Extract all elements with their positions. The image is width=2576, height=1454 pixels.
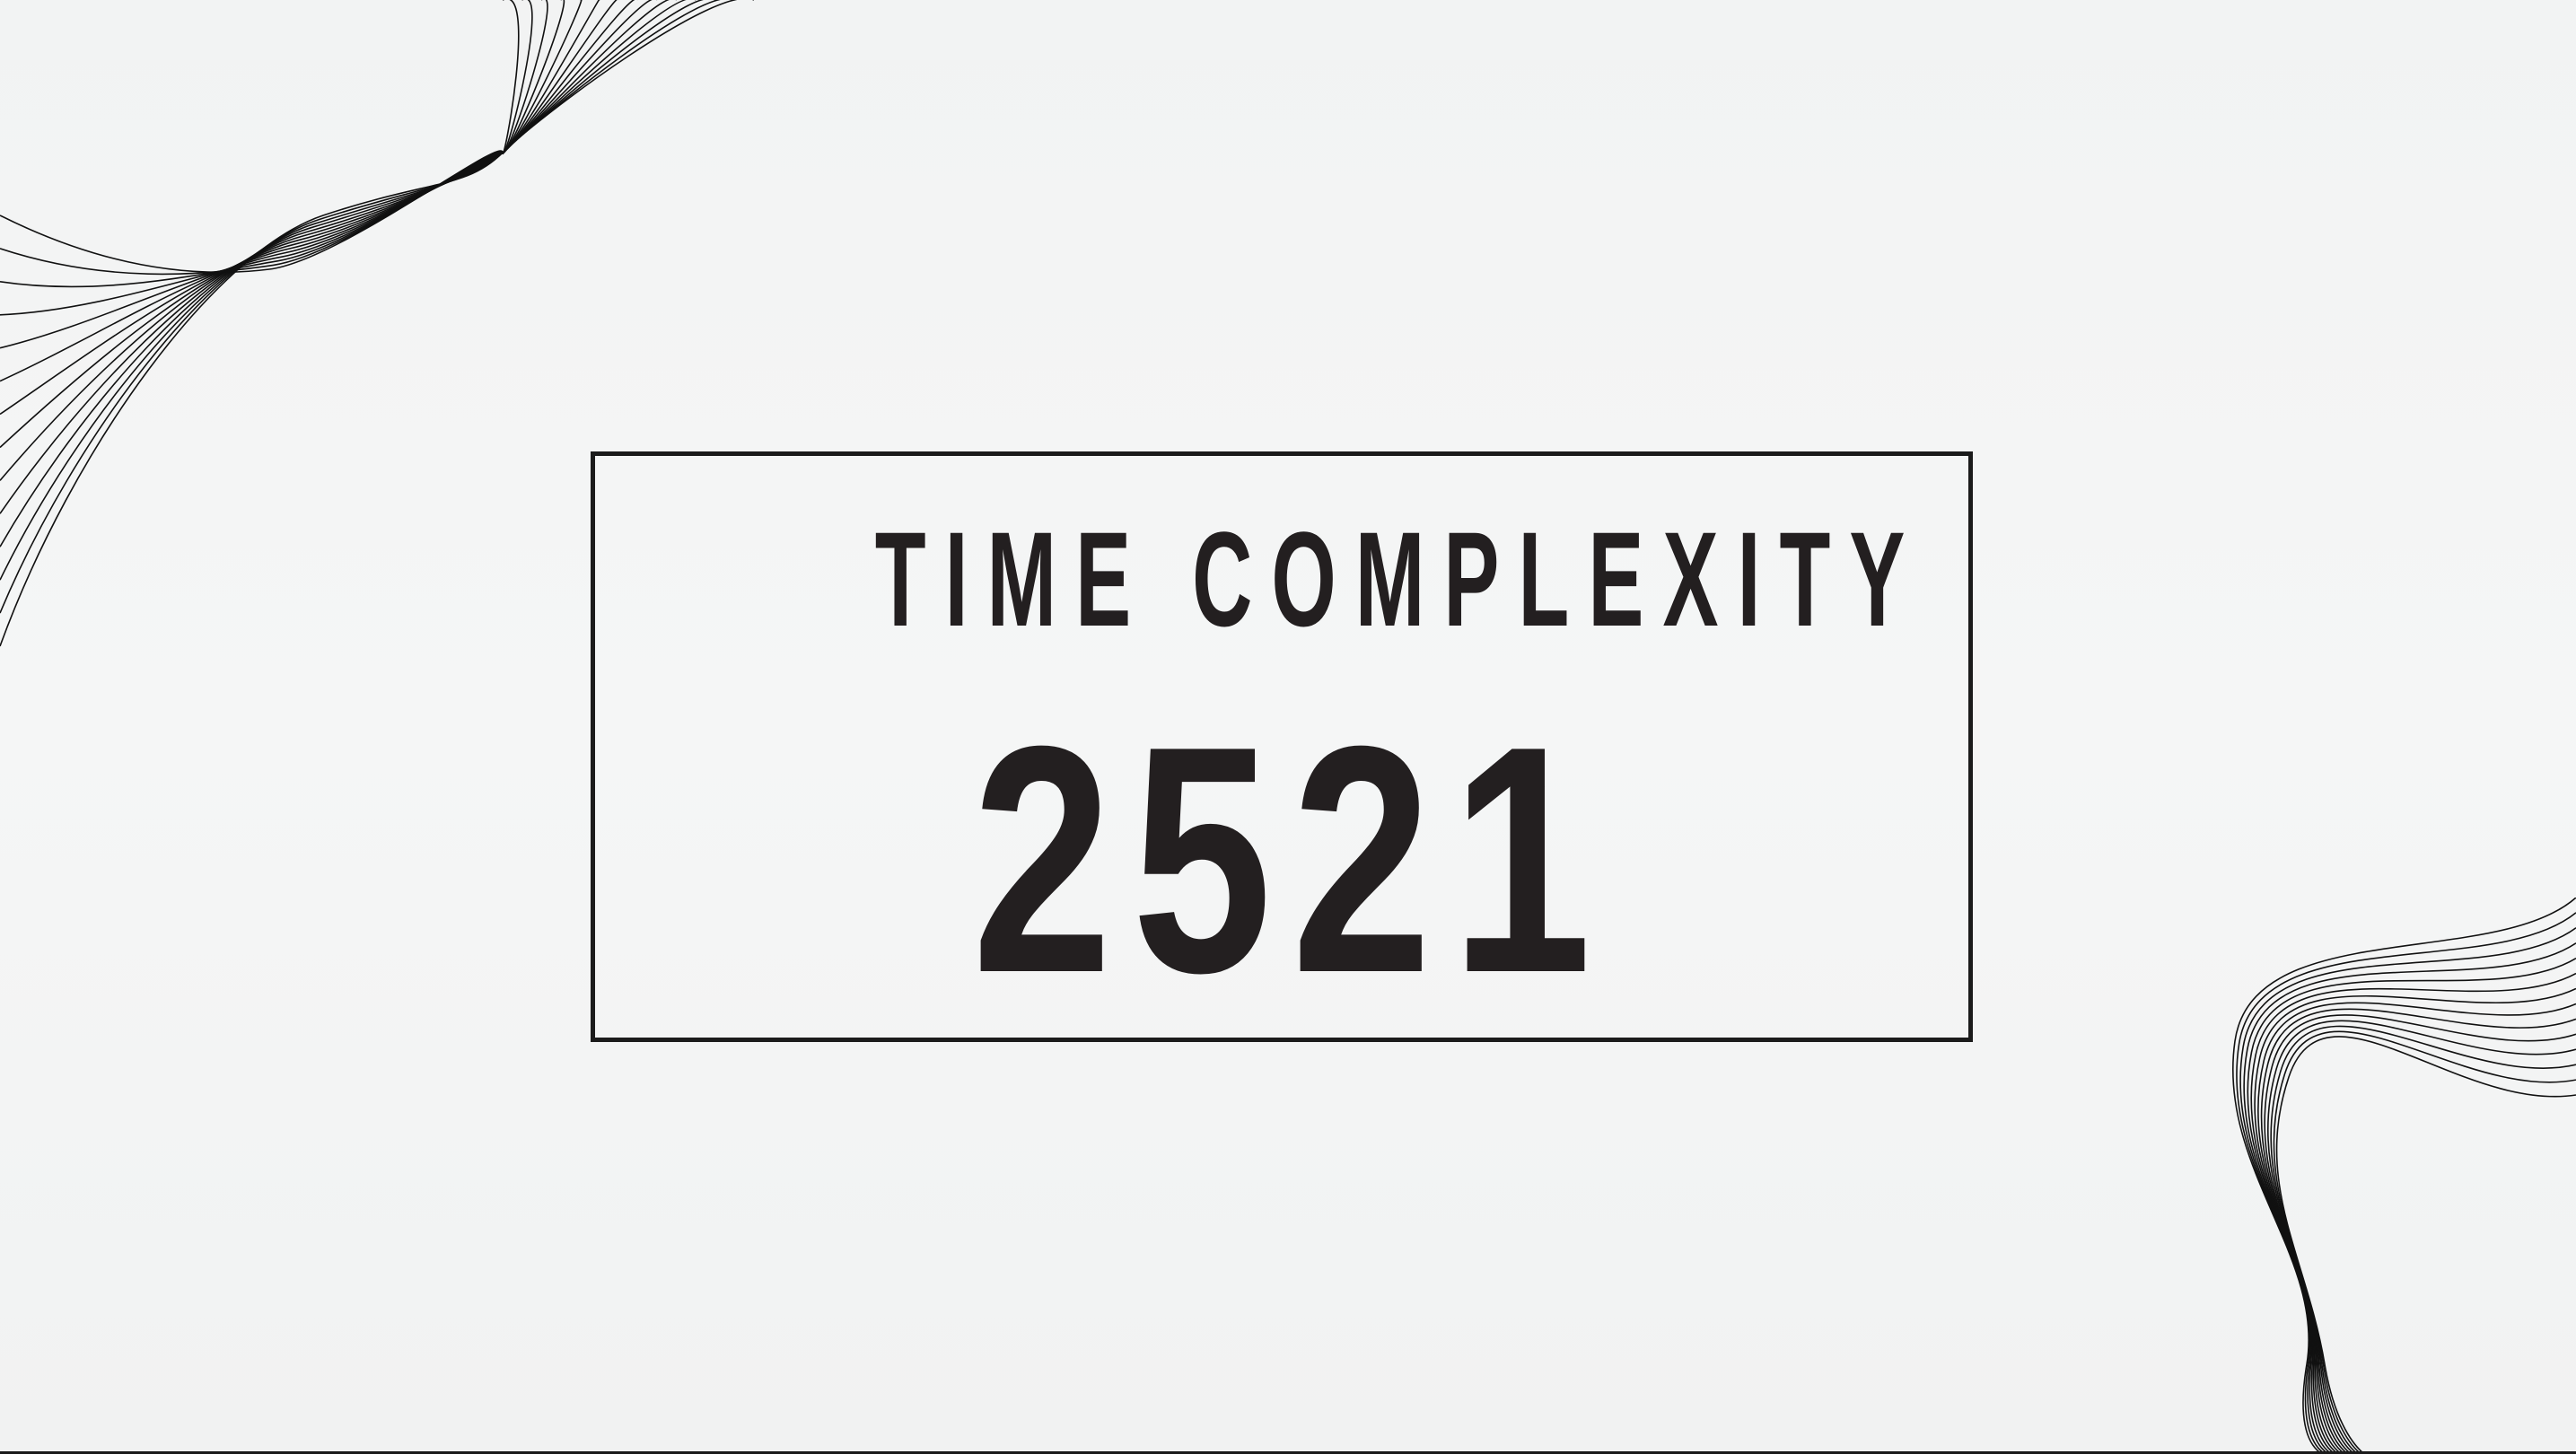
- slide: TIME COMPLEXITY 2521: [0, 0, 2576, 1454]
- title-frame: TIME COMPLEXITY 2521: [591, 451, 1973, 1042]
- wave-line: [2254, 987, 2576, 1454]
- wave-line: [0, 0, 677, 514]
- wave-line: [0, 0, 520, 274]
- slide-title: TIME COMPLEXITY: [874, 504, 1924, 654]
- wave-line: [0, 0, 533, 276]
- wave-line: [2243, 942, 2576, 1454]
- slide-number: 2521: [971, 679, 1611, 1040]
- wave-line: [0, 0, 583, 349]
- wave-line: [0, 0, 620, 416]
- wave-line: [2260, 1008, 2576, 1454]
- wave-line: [2270, 1025, 2576, 1454]
- wave-line: [0, 0, 639, 449]
- wave-lines-bottom-right: [2232, 898, 2576, 1454]
- wave-line: [0, 0, 565, 316]
- wave-line: [0, 0, 600, 382]
